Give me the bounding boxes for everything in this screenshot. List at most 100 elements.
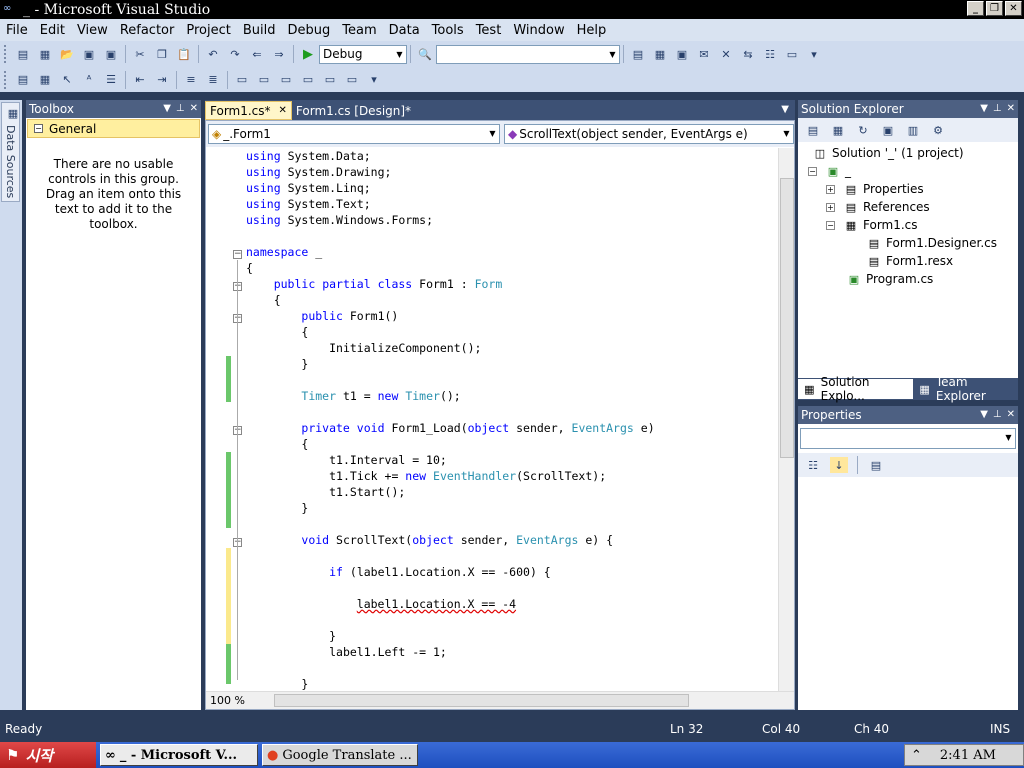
- tree-form1-resx[interactable]: ▤ Form1.resx: [866, 252, 953, 270]
- undo-icon[interactable]: ↶: [204, 46, 222, 62]
- collapse-icon[interactable]: −: [233, 250, 242, 259]
- comment-icon[interactable]: ≡: [182, 72, 200, 88]
- collapse-icon[interactable]: −: [34, 124, 43, 133]
- horizontal-scroll-thumb[interactable]: [274, 694, 689, 707]
- solution-explorer-icon[interactable]: ▤: [629, 46, 647, 62]
- navigate-backward-icon[interactable]: ⇐: [248, 46, 266, 62]
- toolbox-icon[interactable]: ✉: [695, 46, 713, 62]
- menu-refactor[interactable]: Refactor: [114, 23, 181, 38]
- zoom-level[interactable]: 100 %: [206, 694, 266, 707]
- tab-solution-explorer[interactable]: ▦ Solution Explo...: [798, 375, 914, 403]
- chevron-down-icon[interactable]: ▼: [980, 100, 988, 118]
- tree-properties[interactable]: + ▤ Properties: [826, 180, 924, 198]
- categorized-icon[interactable]: ☷: [804, 457, 822, 473]
- object-browser-icon[interactable]: ▣: [673, 46, 691, 62]
- team-icon[interactable]: ☷: [761, 46, 779, 62]
- refresh-icon[interactable]: ↻: [854, 122, 872, 138]
- close-icon[interactable]: ✕: [1007, 406, 1015, 424]
- menu-project[interactable]: Project: [180, 23, 236, 38]
- expand-icon[interactable]: +: [826, 202, 835, 212]
- collapse-icon[interactable]: −: [826, 220, 835, 230]
- menu-test[interactable]: Test: [470, 23, 508, 38]
- tab-form1-design[interactable]: Form1.cs [Design]*: [292, 101, 415, 120]
- start-button[interactable]: ⚑ 시작: [0, 742, 96, 768]
- next-bookmark-folder-icon[interactable]: ▭: [321, 72, 339, 88]
- copy-icon[interactable]: ❐: [153, 46, 171, 62]
- tree-program-cs[interactable]: ▣ Program.cs: [846, 270, 934, 288]
- pin-icon[interactable]: ⊥: [993, 100, 1002, 118]
- next-bookmark-icon[interactable]: ▭: [277, 72, 295, 88]
- code-text-area[interactable]: − − − − − using System.Data;using System…: [206, 148, 778, 693]
- tools-icon[interactable]: ✕: [717, 46, 735, 62]
- members-combo[interactable]: ◆ ScrollText(object sender, EventArgs e)…: [504, 124, 794, 144]
- property-pages-icon[interactable]: ▤: [867, 457, 885, 473]
- parameter-info-icon[interactable]: ▦: [36, 72, 54, 88]
- menu-build[interactable]: Build: [237, 23, 282, 38]
- clear-bookmarks-icon[interactable]: ▭: [343, 72, 361, 88]
- find-combo[interactable]: ▼: [436, 44, 620, 64]
- bookmark-icon[interactable]: ▭: [233, 72, 251, 88]
- tab-team-explorer[interactable]: ▦ Team Explorer: [913, 375, 1018, 403]
- chevron-down-icon[interactable]: ▼: [486, 125, 499, 142]
- data-sources-tab[interactable]: ▦ Data Sources: [1, 102, 20, 202]
- restore-button[interactable]: ❐: [986, 1, 1003, 16]
- show-all-files-icon[interactable]: ▦: [829, 122, 847, 138]
- properties-window-icon[interactable]: ▦: [651, 46, 669, 62]
- redo-icon[interactable]: ↷: [226, 46, 244, 62]
- taskbar-visual-studio[interactable]: ∞ _ - Microsoft V...: [100, 744, 258, 766]
- tree-solution[interactable]: ◫ Solution '_' (1 project): [812, 144, 964, 162]
- navigate-forward-icon[interactable]: ⇒: [270, 46, 288, 62]
- menu-help[interactable]: Help: [571, 23, 613, 38]
- close-icon[interactable]: ✕: [190, 100, 198, 118]
- chevron-down-icon[interactable]: ▼: [780, 125, 793, 142]
- close-icon[interactable]: ✕: [1007, 100, 1015, 118]
- solution-configuration-combo[interactable]: Debug ▼: [319, 44, 407, 64]
- open-file-icon[interactable]: 📂: [58, 46, 76, 62]
- expand-icon[interactable]: +: [826, 184, 835, 194]
- chevron-down-icon[interactable]: ▼: [163, 100, 171, 118]
- toolbar-options-icon[interactable]: ▾: [365, 72, 383, 88]
- tree-form1-designer[interactable]: ▤ Form1.Designer.cs: [866, 234, 997, 252]
- chevron-down-icon[interactable]: ▼: [781, 104, 789, 115]
- collapse-icon[interactable]: −: [808, 166, 817, 176]
- outdent-icon[interactable]: ⇤: [131, 72, 149, 88]
- toolbar-options-icon[interactable]: ▾: [805, 46, 823, 62]
- vertical-scrollbar[interactable]: [778, 148, 794, 693]
- tray-expand-icon[interactable]: ⌃: [911, 748, 922, 763]
- previous-bookmark-folder-icon[interactable]: ▭: [299, 72, 317, 88]
- vertical-scroll-thumb[interactable]: [780, 178, 794, 458]
- close-icon[interactable]: ✕: [279, 105, 287, 116]
- chevron-down-icon[interactable]: ▼: [393, 46, 406, 63]
- save-all-icon[interactable]: ▣: [102, 46, 120, 62]
- new-project-icon[interactable]: ▤: [14, 46, 32, 62]
- tree-project[interactable]: − ▣ _: [808, 162, 851, 180]
- taskbar-google-translate[interactable]: ● Google Translate ...: [262, 744, 418, 766]
- menu-view[interactable]: View: [71, 23, 114, 38]
- quick-info-icon[interactable]: ↖: [58, 72, 76, 88]
- menu-debug[interactable]: Debug: [281, 23, 336, 38]
- find-in-files-icon[interactable]: 🔍: [416, 46, 434, 62]
- cut-icon[interactable]: ✂: [131, 46, 149, 62]
- object-selector-combo[interactable]: ▼: [800, 428, 1016, 449]
- display-word-icon[interactable]: ☰: [102, 72, 120, 88]
- class-diagram-icon[interactable]: ⚙: [929, 122, 947, 138]
- minimize-button[interactable]: _: [967, 1, 984, 16]
- menu-window[interactable]: Window: [507, 23, 570, 38]
- paste-icon[interactable]: 📋: [175, 46, 193, 62]
- view-code-icon[interactable]: ▣: [879, 122, 897, 138]
- menu-file[interactable]: File: [0, 23, 34, 38]
- previous-bookmark-icon[interactable]: ▭: [255, 72, 273, 88]
- properties-icon[interactable]: ▤: [804, 122, 822, 138]
- add-item-icon[interactable]: ▦: [36, 46, 54, 62]
- save-icon[interactable]: ▣: [80, 46, 98, 62]
- menu-data[interactable]: Data: [383, 23, 426, 38]
- member-list-icon[interactable]: ▤: [14, 72, 32, 88]
- complete-word-icon[interactable]: ᴬ: [80, 72, 98, 88]
- chevron-down-icon[interactable]: ▼: [980, 406, 988, 424]
- uncomment-icon[interactable]: ≣: [204, 72, 222, 88]
- toolbar-grip[interactable]: [4, 70, 8, 89]
- menu-edit[interactable]: Edit: [34, 23, 71, 38]
- menu-team[interactable]: Team: [336, 23, 382, 38]
- start-debugging-icon[interactable]: ▶: [299, 46, 317, 62]
- toolbar-grip[interactable]: [4, 45, 8, 63]
